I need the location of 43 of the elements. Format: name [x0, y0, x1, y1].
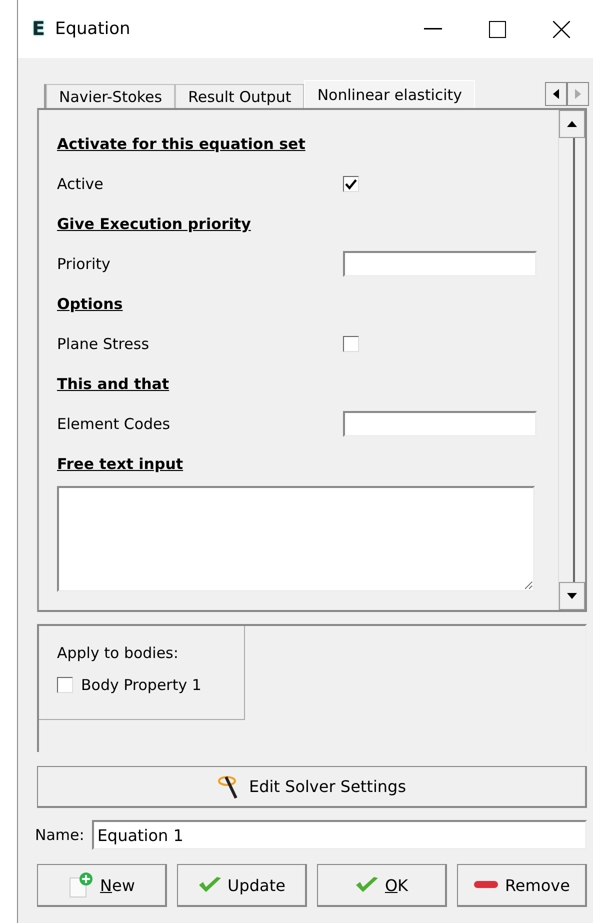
checkmark-icon: [198, 876, 222, 894]
app-logo: E: [32, 18, 45, 40]
scroll-up-button[interactable]: [559, 110, 585, 138]
update-button[interactable]: Update: [177, 864, 307, 907]
checkbox[interactable]: [57, 677, 73, 693]
right-arrow-icon: [575, 89, 581, 99]
field-label: Plane Stress: [57, 335, 150, 353]
left-arrow-icon: [553, 89, 559, 99]
scroll-left-button[interactable]: [545, 82, 567, 106]
edit-solver-button[interactable]: Edit Solver Settings: [37, 766, 587, 808]
field-label: Active: [57, 175, 104, 193]
section-heading: Options: [57, 294, 124, 315]
minus-icon: [473, 880, 500, 890]
input-field[interactable]: [343, 251, 537, 277]
tab[interactable]: Nonlinear elasticity: [304, 80, 476, 108]
checkbox[interactable]: [343, 336, 359, 352]
group-title: Apply to bodies:: [57, 644, 180, 662]
input-field[interactable]: [343, 411, 537, 437]
field-label: Priority: [57, 255, 112, 273]
section-heading: Activate for this equation set: [57, 134, 306, 155]
new-button[interactable]: New: [37, 864, 167, 907]
tab[interactable]: Result Output: [175, 84, 304, 108]
name-label: Name:: [35, 826, 84, 844]
field-label: Element Codes: [57, 415, 172, 433]
text-area[interactable]: [57, 486, 535, 592]
down-arrow-icon: [567, 593, 577, 599]
section-heading: Give Execution priority: [57, 214, 252, 235]
checkbox-label: Body Property 1: [81, 676, 202, 694]
up-arrow-icon: [567, 121, 577, 127]
section-heading: This and that: [57, 374, 170, 395]
new-document-icon: [68, 871, 94, 899]
window-title: Equation: [54, 19, 132, 39]
scroll-down-button[interactable]: [559, 582, 585, 610]
remove-button[interactable]: Remove: [457, 864, 587, 907]
checkmark-icon: [354, 876, 379, 894]
ok-button[interactable]: OK: [317, 864, 447, 907]
tab[interactable]: Navier-Stokes: [46, 84, 176, 108]
close-icon: [552, 20, 570, 38]
name-field[interactable]: Equation 1: [92, 820, 587, 850]
checkbox[interactable]: [343, 176, 359, 192]
minimize-icon: [424, 28, 442, 30]
maximize-icon: [488, 20, 506, 38]
section-heading: Free text input: [57, 454, 184, 475]
